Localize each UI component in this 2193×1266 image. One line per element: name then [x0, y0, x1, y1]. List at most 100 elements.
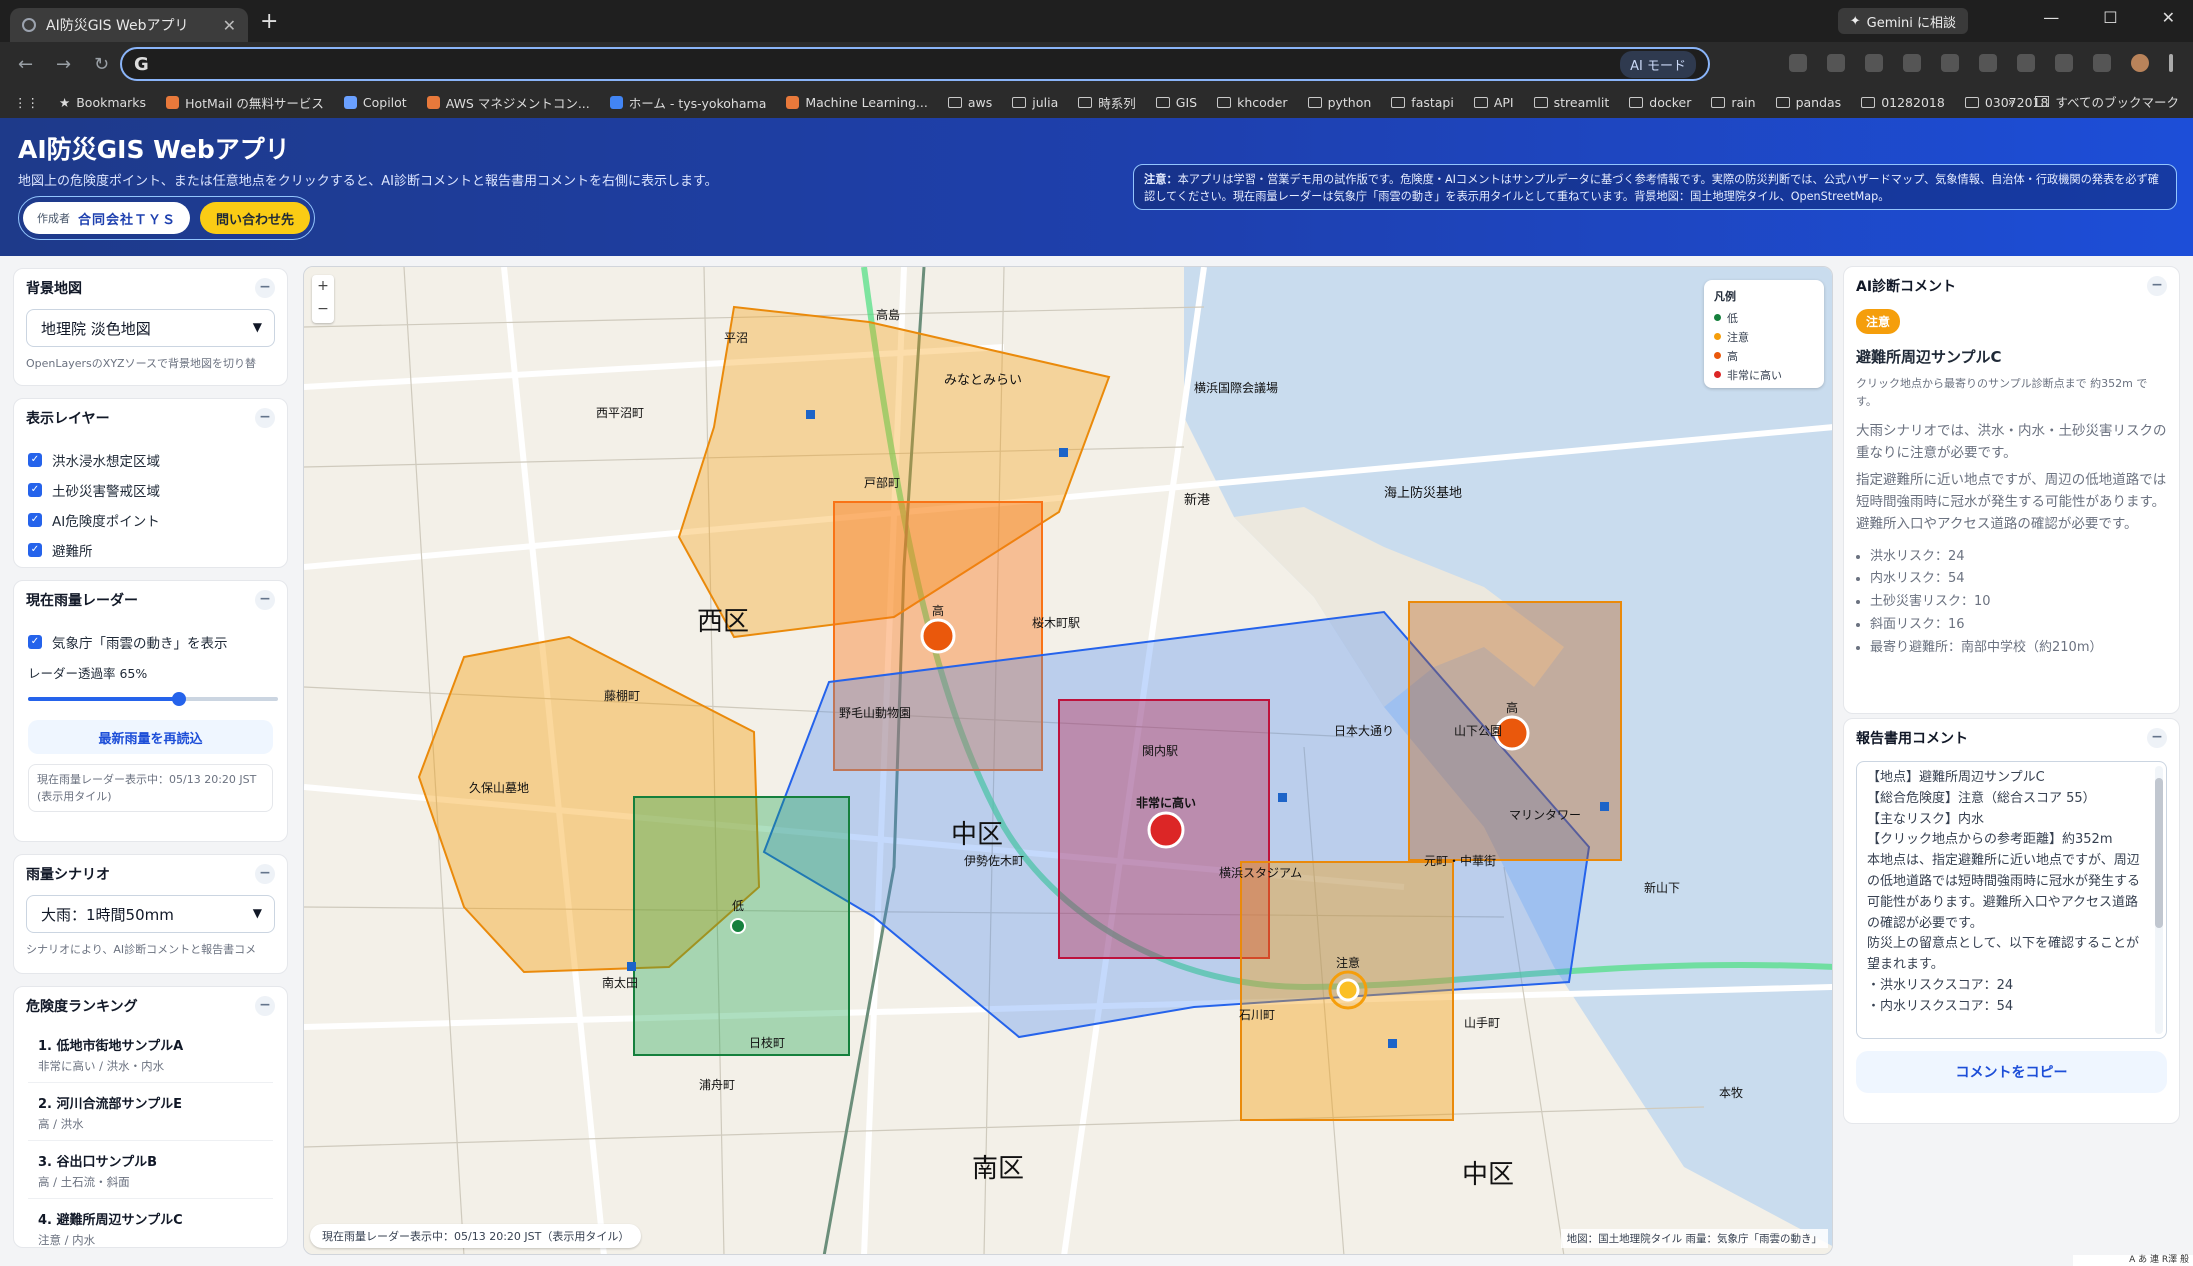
- basemap-note: OpenLayersのXYZソースで背景地図を切り替: [26, 357, 257, 370]
- district-label: 中区: [1462, 1160, 1514, 1190]
- maximize-icon[interactable]: ☐: [2103, 8, 2117, 27]
- shelter-icon[interactable]: [1600, 802, 1609, 811]
- radar-opacity-slider[interactable]: [28, 690, 278, 708]
- scrollbar-thumb[interactable]: [2155, 778, 2163, 928]
- zoom-in-icon[interactable]: +: [312, 275, 334, 298]
- bookmark-folder[interactable]: 01282018: [1861, 95, 1945, 110]
- collapse-icon[interactable]: −: [255, 408, 275, 428]
- map-canvas[interactable]: 高 高 非常に高い 低 注意 西区 中区 南区 中区 みなとみらい 横浜国際会議…: [304, 267, 1833, 1255]
- extension-icon[interactable]: [1865, 54, 1883, 72]
- bookmark-folder[interactable]: streamlit: [1533, 95, 1609, 110]
- bookmark[interactable]: AWS マネジメントコン...: [426, 93, 590, 112]
- forward-icon[interactable]: →: [56, 54, 76, 75]
- download-icon[interactable]: [2093, 54, 2111, 72]
- close-tab-icon[interactable]: ✕: [223, 16, 236, 35]
- all-bookmarks[interactable]: » すべてのブックマーク: [2008, 92, 2179, 111]
- zoom-control: + −: [312, 275, 334, 323]
- bookmark-folder[interactable]: pandas: [1775, 95, 1841, 110]
- extension-icon[interactable]: [1827, 54, 1845, 72]
- close-window-icon[interactable]: ✕: [2162, 8, 2175, 27]
- place-label: 久保山墓地: [469, 781, 529, 795]
- browser-tab[interactable]: AI防災GIS Webアプリ ✕: [10, 8, 248, 42]
- check-icon: ✓: [28, 453, 42, 467]
- legend-item: 高: [1714, 346, 1814, 365]
- shelter-icon[interactable]: [1059, 448, 1068, 457]
- collapse-icon[interactable]: −: [255, 864, 275, 884]
- map-view[interactable]: 高 高 非常に高い 低 注意 西区 中区 南区 中区 みなとみらい 横浜国際会議…: [303, 266, 1833, 1255]
- bookmark-folder[interactable]: aws: [947, 95, 992, 110]
- extension-icon[interactable]: [1903, 54, 1921, 72]
- collapse-icon[interactable]: −: [2147, 276, 2167, 296]
- folder-icon: [1391, 96, 1406, 108]
- collapse-icon[interactable]: −: [255, 996, 275, 1016]
- layer-flood-checkbox[interactable]: ✓ 洪水浸水想定区域: [28, 445, 273, 475]
- ranking-panel: 危険度ランキング − 1. 低地市街地サンプルA 非常に高い / 洪水・内水 2. …: [13, 986, 288, 1248]
- layer-ai-points-checkbox[interactable]: ✓ AI危険度ポイント: [28, 505, 273, 535]
- bookmark-folder[interactable]: API: [1473, 95, 1514, 110]
- risk-point-high[interactable]: [920, 618, 956, 654]
- extension-icon[interactable]: [1979, 54, 1997, 72]
- layer-shelter-checkbox[interactable]: ✓ 避難所: [28, 535, 273, 565]
- puzzle-icon[interactable]: [2055, 54, 2073, 72]
- reload-radar-button[interactable]: 最新雨量を再読込: [28, 720, 273, 754]
- basemap-select[interactable]: 地理院 淡色地図 ▼: [26, 309, 275, 347]
- scenario-select[interactable]: 大雨：1時間50mm ▼: [26, 895, 275, 933]
- gemini-button[interactable]: ✦ Gemini に相談: [1837, 8, 1968, 34]
- ranking-item[interactable]: 1. 低地市街地サンプルA 非常に高い / 洪水・内水: [28, 1025, 273, 1083]
- copy-comment-button[interactable]: コメントをコピー: [1856, 1051, 2167, 1093]
- back-icon[interactable]: ←: [18, 54, 38, 75]
- extension-icon[interactable]: [2017, 54, 2035, 72]
- collapse-icon[interactable]: −: [2147, 728, 2167, 748]
- bookmark-folder[interactable]: python: [1307, 95, 1371, 110]
- contact-button[interactable]: 問い合わせ先: [200, 202, 311, 234]
- bookmark[interactable]: HotMail の無料サービス: [166, 93, 324, 112]
- bookmark-folder[interactable]: julia: [1012, 95, 1058, 110]
- collapse-icon[interactable]: −: [255, 590, 275, 610]
- zoom-out-icon[interactable]: −: [312, 298, 334, 321]
- collapse-icon[interactable]: −: [255, 278, 275, 298]
- address-bar[interactable]: G AI モード: [120, 47, 1710, 81]
- avatar[interactable]: [2131, 54, 2149, 72]
- bookmark-folder[interactable]: rain: [1711, 95, 1756, 110]
- bookmark-folder[interactable]: fastapi: [1391, 95, 1454, 110]
- extension-icon[interactable]: [1789, 54, 1807, 72]
- layer-landslide-checkbox[interactable]: ✓ 土砂災害警戒区域: [28, 475, 273, 505]
- shelter-icon[interactable]: [1278, 793, 1287, 802]
- ai-mode-button[interactable]: AI モード: [1620, 50, 1696, 78]
- ranking-item[interactable]: 2. 河川合流部サンプルE 高 / 洪水: [28, 1083, 273, 1141]
- folder-icon: [1775, 96, 1790, 108]
- radar-toggle-checkbox[interactable]: ✓ 気象庁「雨雲の動き」を表示: [28, 627, 273, 657]
- bookmark-folder[interactable]: GIS: [1155, 95, 1197, 110]
- bookmark[interactable]: Machine Learning...: [786, 95, 928, 110]
- place-label: 本牧: [1719, 1086, 1743, 1100]
- apps-icon[interactable]: ⋮⋮: [14, 95, 39, 110]
- risk-point-very-high[interactable]: [1147, 811, 1185, 849]
- shelter-icon[interactable]: [627, 962, 636, 971]
- bookmark-folder[interactable]: 時系列: [1078, 93, 1136, 112]
- app-subtitle: 地図上の危険度ポイント、または任意地点をクリックすると、AI診断コメントと報告書…: [18, 174, 718, 189]
- report-textarea[interactable]: 【地点】避難所周辺サンプルC 【総合危険度】注意（総合スコア 55） 【主なリス…: [1856, 761, 2167, 1039]
- bookmark[interactable]: ホーム - tys-yokohama: [609, 93, 766, 112]
- bookmark-folder[interactable]: docker: [1629, 95, 1691, 110]
- risk-point-low[interactable]: [730, 918, 746, 934]
- bookmark-folder[interactable]: khcoder: [1217, 95, 1288, 110]
- reload-icon[interactable]: ↻: [94, 54, 114, 75]
- minimize-icon[interactable]: —: [2043, 8, 2059, 27]
- ranking-item[interactable]: 4. 避難所周辺サンプルC 注意 / 内水: [28, 1199, 273, 1247]
- new-tab-icon[interactable]: +: [260, 9, 278, 34]
- check-icon: ✓: [28, 513, 42, 527]
- ranking-item[interactable]: 3. 谷出口サンプルB 高 / 土石流・斜面: [28, 1141, 273, 1199]
- menu-icon[interactable]: [2169, 54, 2173, 72]
- shelter-icon[interactable]: [1388, 1039, 1397, 1048]
- place-label: 南太田: [602, 975, 638, 990]
- shelter-icon[interactable]: [806, 410, 815, 419]
- bookmark[interactable]: Copilot: [343, 95, 407, 110]
- risk-point-caution[interactable]: [1336, 978, 1360, 1002]
- place-label: 横浜スタジアム: [1219, 866, 1302, 880]
- slider-handle[interactable]: [172, 692, 186, 706]
- bookmark[interactable]: ★ Bookmarks: [59, 95, 146, 110]
- ai-place-title: 避難所周辺サンプルC: [1856, 348, 2002, 366]
- risk-list: 洪水リスク：24 内水リスク：54 土砂災害リスク：10 斜面リスク：16 最寄…: [1870, 546, 2167, 660]
- extension-icon[interactable]: [1941, 54, 1959, 72]
- ai-paragraph: 指定避難所に近い地点ですが、周辺の低地道路では短時間強雨時に冠水が発生する可能性…: [1856, 471, 2167, 533]
